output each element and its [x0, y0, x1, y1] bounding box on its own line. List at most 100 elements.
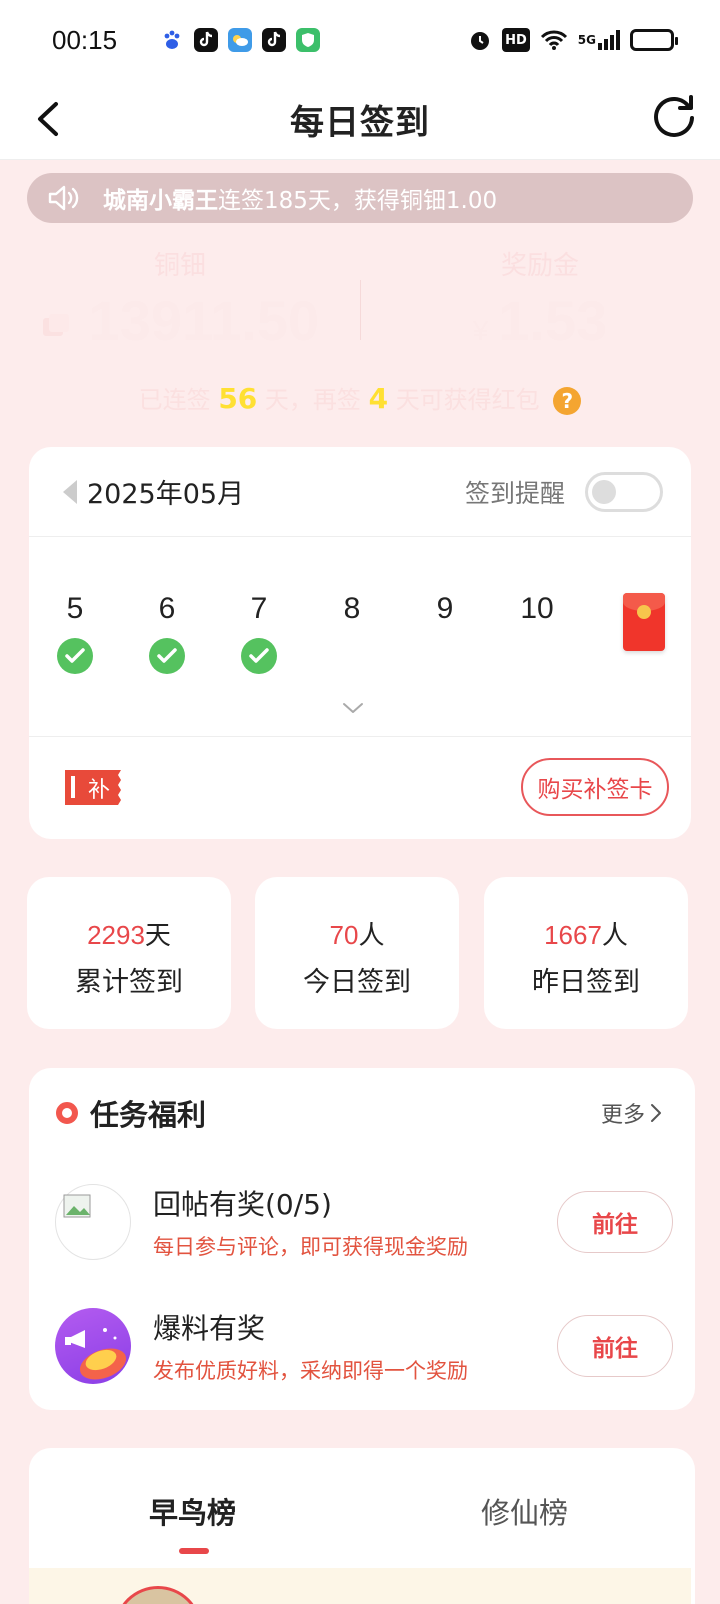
task-info: 爆料有奖 发布优质好料，采纳即得一个奖励 [153, 1307, 468, 1385]
stat-value-row: 1667人 [484, 915, 688, 952]
task-item: 爆料有奖 发布优质好料，采纳即得一个奖励 前往 [29, 1296, 695, 1396]
top-nav-bar: 每日签到 [0, 80, 720, 160]
day-number: 8 [343, 592, 361, 625]
stat-label: 今日签到 [303, 967, 411, 998]
day-number: 5 [66, 592, 84, 625]
streak-info: 已连签 56 天，再签 4 天可获得红包 ? [0, 380, 720, 415]
task-desc: 每日参与评论，即可获得现金奖励 [153, 1235, 468, 1259]
reminder-label: 签到提醒 [464, 478, 565, 508]
buy-makeup-card-button[interactable]: 购买补签卡 [521, 758, 669, 816]
bonus-balance: 奖励金 ¥1.53 [360, 245, 720, 353]
speaker-icon [48, 185, 79, 211]
more-label: 更多 [600, 1103, 645, 1128]
security-icon [296, 28, 320, 52]
battery-icon [630, 29, 678, 51]
stat-value-row: 70人 [255, 915, 459, 952]
task-name: 回帖有奖(0/5) [153, 1188, 332, 1221]
leaderboard-card: 早鸟榜 修仙榜 [29, 1448, 695, 1604]
stat-unit: 人 [601, 921, 628, 951]
streak-prefix: 已连签 [138, 386, 211, 414]
alarm-icon [468, 28, 492, 52]
tiktok-icon [194, 28, 218, 52]
calendar-day[interactable]: 10 [507, 592, 567, 626]
day-number: 6 [158, 592, 176, 625]
calendar-month: 2025年05月 [87, 479, 245, 510]
stat-unit: 人 [358, 921, 385, 951]
baidu-icon [160, 28, 184, 52]
task-desc: 发布优质好料，采纳即得一个奖励 [153, 1359, 468, 1383]
tab-cultivation[interactable]: 修仙榜 [481, 1490, 568, 1532]
tasks-card: 任务福利 更多 回帖有奖(0/5) 每日参与评论，即可获得现金奖励 前往 爆料有… [29, 1068, 695, 1410]
calendar-day[interactable]: 5 [45, 592, 105, 674]
stat-value: 1667 [544, 920, 602, 950]
bonus-label: 奖励金 [500, 251, 579, 281]
status-indicators: HD 5G [468, 28, 678, 52]
calendar-day[interactable]: 8 [322, 592, 382, 626]
tiktok-icon [262, 28, 286, 52]
page-title: 每日签到 [290, 103, 430, 143]
back-arrow-icon [38, 102, 58, 136]
currency-symbol: ¥ [472, 315, 489, 346]
status-time: 00:15 [52, 24, 118, 55]
chevron-right-icon [651, 1104, 661, 1122]
wifi-icon [540, 28, 568, 52]
checkin-calendar-card: 2025年05月 签到提醒 5 6 7 8 9 10 补 购买补签卡 [29, 447, 691, 839]
day-number: 9 [436, 592, 454, 625]
reminder-toggle[interactable] [585, 471, 663, 512]
stat-value: 70 [329, 920, 359, 950]
calendar-day[interactable]: 6 [137, 592, 197, 674]
svg-text:补: 补 [88, 778, 110, 803]
more-link[interactable]: 更多 [601, 1097, 663, 1129]
active-tab-indicator [179, 1548, 209, 1554]
ticker-username: 城南小霸王 [103, 188, 218, 214]
announcement-ticker: 城南小霸王 连签185天，获得铜钿1.00 [27, 173, 693, 223]
calendar-day[interactable]: 7 [229, 592, 289, 674]
stat-label: 昨日签到 [532, 967, 640, 998]
chevron-down-icon[interactable] [342, 697, 364, 719]
prev-month-icon[interactable] [63, 479, 77, 504]
stat-value-row: 2293天 [27, 915, 231, 952]
bonus-value: 1.53 [498, 289, 608, 352]
task-info: 回帖有奖(0/5) 每日参与评论，即可获得现金奖励 [153, 1183, 468, 1261]
refresh-icon [654, 95, 694, 137]
task-item: 回帖有奖(0/5) 每日参与评论，即可获得现金奖励 前往 [29, 1172, 695, 1272]
broken-image-icon [55, 1184, 131, 1260]
hd-icon: HD [502, 28, 530, 52]
day-number: 10 [520, 592, 554, 625]
checked-icon [149, 638, 185, 674]
calendar-week-row: 5 6 7 8 9 10 [29, 537, 691, 737]
tasks-title: 任务福利 [90, 1098, 207, 1132]
coins-balance: 铜钿 13911.50 [0, 245, 360, 353]
red-packet-icon[interactable] [623, 593, 665, 651]
back-button[interactable] [22, 94, 72, 144]
bonus-value-row: ¥1.53 [360, 288, 720, 353]
streak-suffix: 天可获得红包 [395, 386, 540, 414]
go-button[interactable]: 前往 [557, 1191, 673, 1253]
go-button[interactable]: 前往 [557, 1315, 673, 1377]
streak-remaining: 4 [368, 382, 389, 415]
balance-summary: 铜钿 13911.50 奖励金 ¥1.53 [0, 245, 720, 355]
stat-value: 2293 [87, 920, 145, 950]
coins-label: 铜钿 [153, 251, 206, 281]
help-icon[interactable]: ? [553, 387, 582, 415]
weather-icon [228, 28, 252, 52]
stat-card-total: 2293天 累计签到 [27, 877, 231, 1029]
calendar-footer: 补 购买补签卡 [29, 737, 691, 837]
checked-icon [241, 638, 277, 674]
checked-icon [57, 638, 93, 674]
streak-mid: 天，再签 [264, 386, 361, 414]
makeup-card-icon: 补 [63, 764, 125, 810]
tasks-header: 任务福利 更多 [29, 1068, 695, 1158]
ticker-message: 连签185天，获得铜钿1.00 [218, 188, 498, 214]
day-number: 7 [250, 592, 268, 625]
coin-icon [41, 314, 79, 346]
coins-value-row: 13911.50 [0, 288, 360, 353]
tab-early-bird[interactable]: 早鸟榜 [149, 1490, 236, 1532]
streak-days: 56 [218, 382, 258, 415]
refresh-button[interactable] [648, 90, 700, 142]
calendar-day[interactable]: 9 [415, 592, 475, 626]
stat-unit: 天 [144, 921, 171, 951]
megaphone-icon [55, 1308, 131, 1384]
network-type: 5G [577, 33, 596, 47]
stat-label: 累计签到 [75, 967, 183, 998]
